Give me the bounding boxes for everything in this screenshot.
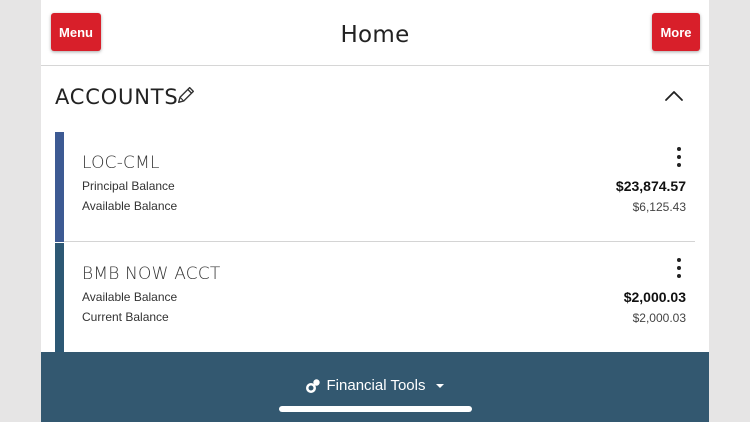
home-indicator[interactable]: [279, 406, 472, 412]
account-secondary-balance: $2,000.03: [632, 311, 686, 325]
account-primary-balance: $23,874.57: [615, 178, 686, 194]
caret-down-icon: [436, 383, 445, 388]
account-row-loc-cml[interactable]: LOC-CML Principal Balance Available Bala…: [55, 132, 695, 242]
financial-tools-button[interactable]: Financial Tools: [41, 377, 709, 398]
more-vert-icon[interactable]: [672, 145, 686, 171]
pencil-icon[interactable]: [175, 84, 197, 106]
account-row-bmb-now[interactable]: BMB NOW ACCT Available Balance Current B…: [55, 243, 695, 353]
page-title: Home: [340, 22, 410, 48]
account-primary-balance: $2,000.03: [623, 289, 686, 305]
account-name: LOC-CML: [82, 153, 160, 173]
financial-tools-label: Financial Tools: [326, 377, 426, 394]
more-button[interactable]: More: [652, 13, 700, 51]
more-vert-icon[interactable]: [672, 256, 686, 282]
coins-icon: [305, 378, 320, 393]
financial-tools-bar: Financial Tools: [41, 352, 709, 422]
account-accent-bar: [55, 132, 64, 242]
account-primary-label: Principal Balance: [82, 179, 175, 193]
top-header: Menu Home More: [41, 0, 709, 66]
account-primary-label: Available Balance: [82, 290, 178, 304]
account-accent-bar: [55, 243, 64, 353]
account-secondary-label: Current Balance: [82, 310, 169, 324]
account-secondary-label: Available Balance: [82, 199, 178, 213]
account-secondary-balance: $6,125.43: [632, 200, 686, 214]
app-window: Menu Home More ACCOUNTS LOC-CML Principa…: [41, 0, 709, 422]
accounts-title: ACCOUNTS: [55, 85, 179, 109]
chevron-up-icon[interactable]: [662, 86, 686, 104]
account-name: BMB NOW ACCT: [82, 264, 221, 284]
accounts-section-header: ACCOUNTS: [41, 66, 709, 130]
